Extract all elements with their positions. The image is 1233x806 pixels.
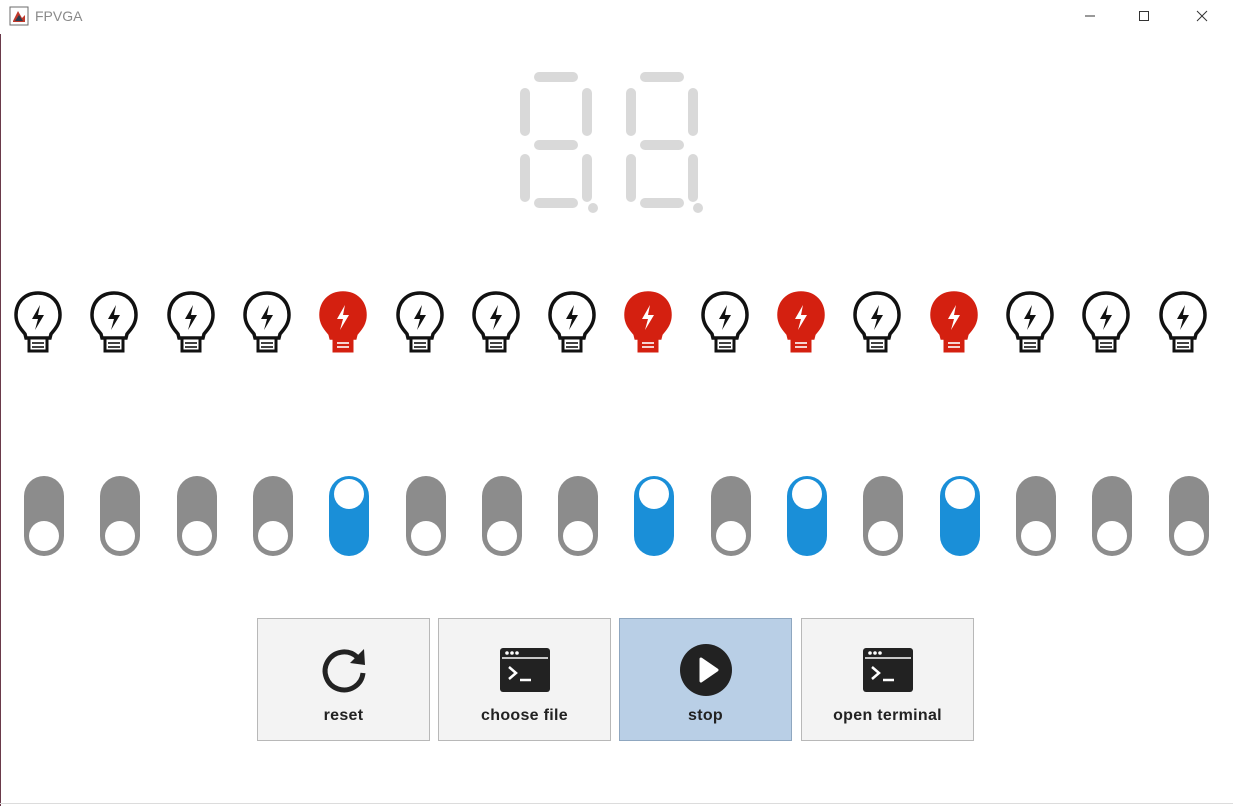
choose-file-label: choose file [481, 707, 568, 724]
stop-button[interactable]: stop [619, 618, 792, 741]
led-3-lightbulb-icon [243, 291, 291, 353]
switch-15[interactable] [1165, 472, 1213, 562]
led-row [0, 288, 1233, 358]
switch-14[interactable] [1088, 472, 1136, 562]
led-11-lightbulb-icon [853, 291, 902, 353]
led-0-lightbulb-icon [14, 291, 62, 353]
reset-button[interactable]: reset [257, 618, 430, 741]
stop-label: stop [688, 707, 723, 724]
led-8-lightbulb-icon [624, 291, 673, 353]
maximize-icon [1139, 11, 1149, 21]
switch-6[interactable] [478, 472, 526, 562]
switch-10[interactable] [783, 472, 831, 562]
led-10-lightbulb-icon [777, 291, 825, 353]
switch-3[interactable] [249, 472, 297, 562]
terminal-icon [499, 648, 550, 692]
minimize-button[interactable] [1067, 0, 1113, 32]
switch-9[interactable] [707, 472, 755, 562]
terminal-icon [862, 648, 913, 692]
play-icon [679, 644, 732, 696]
digit-2 [626, 72, 703, 213]
switch-8[interactable] [630, 472, 678, 562]
open-terminal-button[interactable]: open terminal [801, 618, 974, 741]
window-bottom-edge [0, 803, 1233, 804]
led-7-lightbulb-icon [548, 291, 596, 353]
switch-4[interactable] [325, 472, 373, 562]
seven-segment-display [520, 72, 703, 213]
led-2-lightbulb-icon [166, 291, 215, 353]
led-9-lightbulb-icon [700, 291, 749, 353]
led-15-lightbulb-icon [1158, 291, 1207, 353]
window-title: FPVGA [35, 8, 83, 24]
minimize-icon [1085, 15, 1095, 17]
maximize-button[interactable] [1121, 0, 1167, 32]
choose-file-button[interactable]: choose file [438, 618, 611, 741]
close-icon [1196, 10, 1208, 22]
java-app-icon [9, 6, 29, 26]
led-5-lightbulb-icon [395, 291, 444, 353]
led-12-lightbulb-icon [929, 291, 978, 353]
switch-12[interactable] [936, 472, 984, 562]
switch-row [0, 472, 1233, 562]
led-1-lightbulb-icon [90, 291, 139, 353]
open-terminal-label: open terminal [833, 707, 942, 724]
led-4-lightbulb-icon [319, 291, 367, 353]
switch-5[interactable] [402, 472, 450, 562]
switch-11[interactable] [859, 472, 907, 562]
action-buttons: reset choose file stop open terminal [257, 618, 977, 743]
led-14-lightbulb-icon [1082, 291, 1130, 353]
switch-1[interactable] [96, 472, 144, 562]
close-button[interactable] [1179, 0, 1225, 32]
reset-label: reset [323, 707, 364, 724]
switch-7[interactable] [554, 472, 602, 562]
switch-2[interactable] [173, 472, 221, 562]
led-6-lightbulb-icon [472, 291, 520, 353]
led-13-lightbulb-icon [1006, 291, 1054, 353]
switch-0[interactable] [20, 472, 68, 562]
window-border [0, 0, 1, 806]
digit-1 [520, 72, 598, 213]
switch-13[interactable] [1012, 472, 1060, 562]
title-bar: FPVGA [0, 0, 1233, 34]
reset-icon [322, 649, 365, 693]
